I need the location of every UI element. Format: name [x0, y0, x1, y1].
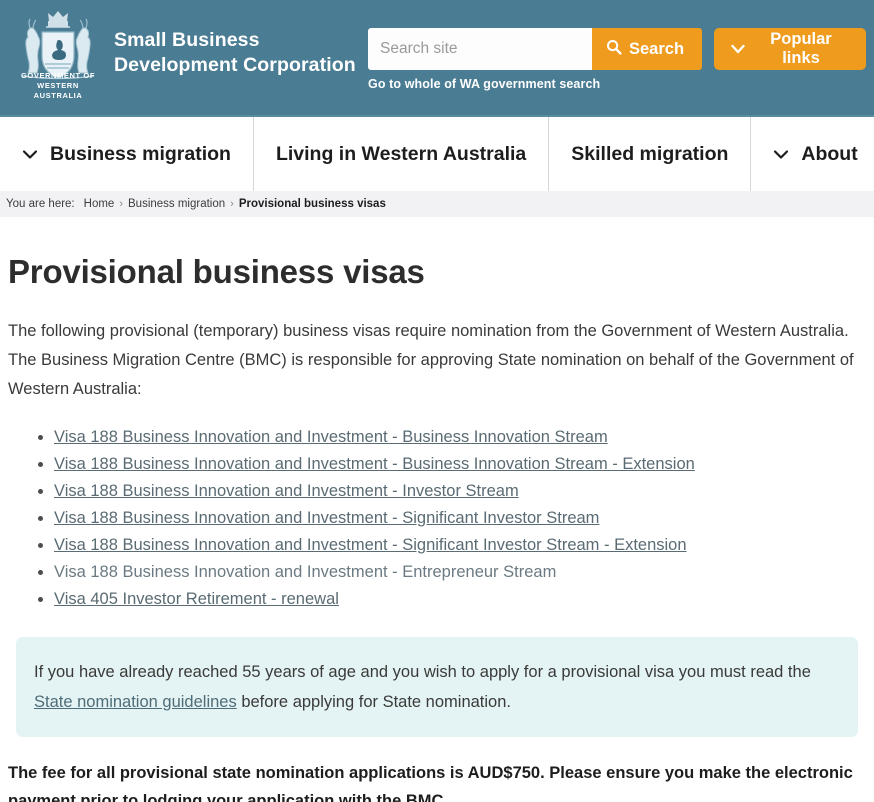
search-row: Search Popular links	[368, 28, 866, 70]
nav-item-label: Living in Western Australia	[275, 142, 527, 165]
visa-link[interactable]: Visa 188 Business Innovation and Investm…	[54, 509, 599, 527]
search-button[interactable]: Search	[592, 28, 703, 70]
list-item: Visa 188 Business Innovation and Investm…	[38, 424, 866, 451]
visa-link[interactable]: Visa 188 Business Innovation and Investm…	[54, 482, 519, 500]
search-button-label: Search	[629, 39, 685, 58]
popular-links-label: Popular links	[770, 30, 832, 67]
visa-link[interactable]: Visa 188 Business Innovation and Investm…	[54, 428, 608, 446]
nav-item-label: Business migration	[50, 142, 231, 165]
list-item: Visa 188 Business Innovation and Investm…	[38, 505, 866, 532]
callout-text-before: If you have already reached 55 years of …	[34, 663, 811, 681]
brand-name-line1: Small Business	[114, 29, 260, 51]
fee-note: The fee for all provisional state nomina…	[8, 764, 853, 802]
brand-name: Small Business Development Corporation	[104, 6, 356, 78]
visa-link[interactable]: Visa 188 Business Innovation and Investm…	[54, 455, 695, 473]
breadcrumb-item-home[interactable]: Home	[84, 198, 115, 210]
list-item: Visa 188 Business Innovation and Investm…	[38, 451, 866, 478]
search-zone: Search Popular links Go to whole of WA g…	[368, 28, 866, 91]
main-navigation: Business migration Living in Western Aus…	[0, 115, 874, 191]
site-branding[interactable]: GOVERNMENT OF WESTERN AUSTRALIA Small Bu…	[0, 0, 356, 102]
brand-name-line2: Development Corporation	[114, 54, 356, 76]
chevron-down-icon	[773, 143, 789, 166]
list-item: Visa 188 Business Innovation and Investm…	[38, 478, 866, 505]
visa-list: Visa 188 Business Innovation and Investm…	[8, 424, 866, 613]
state-nomination-guidelines-link[interactable]: State nomination guidelines	[34, 693, 237, 711]
crest-caption-line1: GOVERNMENT OF	[20, 71, 96, 80]
nav-item-about[interactable]: About	[751, 117, 874, 191]
list-item: Visa 405 Investor Retirement - renewal	[38, 586, 866, 613]
breadcrumb-item-business-migration[interactable]: Business migration	[128, 198, 225, 210]
chevron-down-icon	[22, 143, 38, 166]
main-content: Provisional business visas The following…	[0, 253, 874, 802]
magnifier-icon	[606, 39, 622, 60]
nav-item-skilled-migration[interactable]: Skilled migration	[549, 117, 752, 191]
breadcrumb-item-current: Provisional business visas	[238, 198, 386, 210]
crest-caption: GOVERNMENT OF WESTERN AUSTRALIA	[12, 71, 104, 101]
list-item: Visa 188 Business Innovation and Investm…	[38, 559, 866, 586]
nav-item-label: About	[801, 142, 858, 165]
breadcrumb: You are here: Home › Business migration …	[0, 191, 874, 217]
intro-paragraph: The following provisional (temporary) bu…	[8, 322, 854, 398]
popular-links-button[interactable]: Popular links	[714, 28, 866, 70]
nav-item-label: Skilled migration	[571, 142, 729, 165]
visa-link[interactable]: Visa 188 Business Innovation and Investm…	[54, 536, 687, 554]
list-item: Visa 188 Business Innovation and Investm…	[38, 532, 866, 559]
wa-government-search-link[interactable]: Go to whole of WA government search	[368, 77, 866, 91]
callout-text-after: before applying for State nomination.	[236, 693, 511, 711]
nav-item-living-in-western-australia[interactable]: Living in Western Australia	[254, 117, 550, 191]
page-title: Provisional business visas	[8, 253, 425, 290]
search-input[interactable]	[368, 28, 592, 70]
breadcrumb-label: You are here:	[6, 198, 75, 210]
crest-caption-line2: WESTERN AUSTRALIA	[33, 81, 83, 100]
nav-item-business-migration[interactable]: Business migration	[0, 117, 254, 191]
wa-coat-of-arms-icon: GOVERNMENT OF WESTERN AUSTRALIA	[12, 6, 104, 102]
chevron-down-icon	[731, 40, 745, 59]
breadcrumb-separator: ›	[119, 198, 123, 210]
visa-text: Visa 188 Business Innovation and Investm…	[54, 563, 557, 581]
age-requirement-callout: If you have already reached 55 years of …	[16, 637, 858, 737]
breadcrumb-separator: ›	[230, 198, 234, 210]
visa-link[interactable]: Visa 405 Investor Retirement - renewal	[54, 590, 339, 608]
site-header: GOVERNMENT OF WESTERN AUSTRALIA Small Bu…	[0, 0, 874, 115]
